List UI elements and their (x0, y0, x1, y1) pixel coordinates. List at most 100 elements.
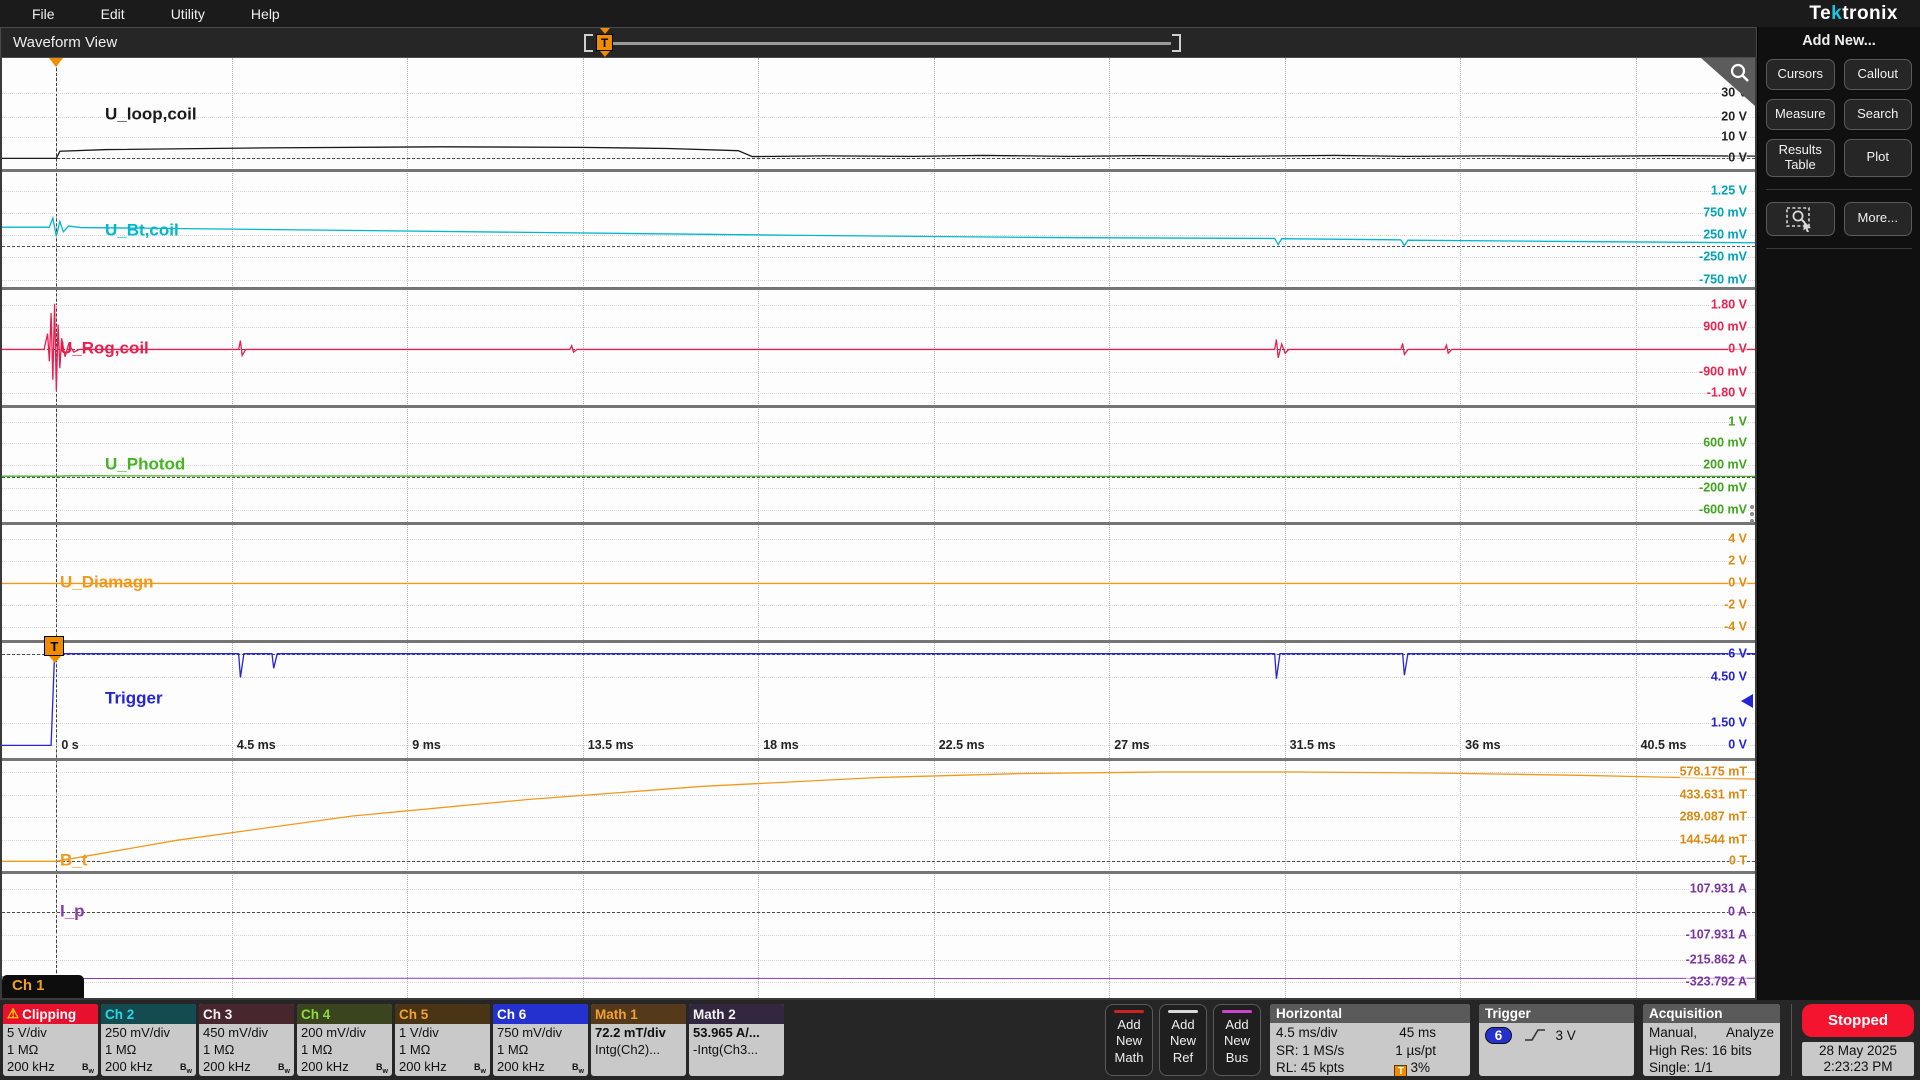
axis-label-m1: 578.175 mT (1680, 764, 1747, 778)
waveform-plot-area[interactable]: 30 V20 V10 V0 VC 120 VU_loop,coil1.25 V7… (0, 57, 1757, 1000)
trace-c2 (2, 172, 1755, 287)
settings-badge-row: 200 kHzBw (399, 1058, 486, 1075)
axis-label-c3: 900 mV (1703, 319, 1747, 333)
zoom-corner-flag[interactable] (1701, 58, 1755, 106)
settings-badge-row: Intg(Ch2)... (595, 1041, 682, 1058)
channel-band-m1: 578.175 mT433.631 mT289.087 mT144.544 mT… (2, 761, 1755, 874)
settings-badge-ch2[interactable]: Ch 2250 mV/div1 MΩ200 kHzBw (101, 1004, 196, 1076)
axis-label-c2: -250 mV (1699, 249, 1747, 263)
horizontal-record-length: RL: 45 kpts (1276, 1059, 1344, 1076)
add-new-ref-button[interactable]: AddNewRef (1159, 1004, 1207, 1076)
settings-badge-row: 1 MΩ (7, 1041, 94, 1058)
trigger-position-arrow-icon[interactable] (49, 58, 63, 67)
axis-label-c2: 1.25 V (1711, 184, 1747, 198)
channel-band-c4: 1 V600 mV200 mV-200 mV-600 mVC 4200 mVU_… (2, 408, 1755, 525)
sidebar-button-results-table[interactable]: Results Table (1766, 139, 1835, 177)
settings-badge-header-math2: Math 2 (689, 1004, 784, 1024)
menu-file[interactable]: File (18, 2, 69, 26)
menu-edit[interactable]: Edit (87, 2, 139, 26)
accent-line (1168, 1010, 1198, 1013)
settings-badge-body: 750 mV/div1 MΩ200 kHzBw (493, 1024, 588, 1075)
sidebar-button-cursors[interactable]: Cursors (1766, 59, 1835, 90)
trigger-panel[interactable]: Trigger 6 3 V (1479, 1004, 1634, 1076)
channel-tab-ch1[interactable]: Ch 1 (2, 975, 84, 998)
overview-right-bracket (1172, 34, 1181, 52)
channel-band-c6: 6 V4.50 V1.50 V0 VC 63 VTrigger0 s4.5 ms… (2, 643, 1755, 761)
time-axis-label: 40.5 ms (1641, 738, 1687, 752)
axis-label-m2: 107.931 A (1690, 881, 1747, 895)
more-button[interactable]: More... (1844, 202, 1913, 236)
settings-badge-body: 53.965 A/...-Intg(Ch3... (689, 1024, 784, 1058)
settings-badge-math1[interactable]: Math 172.2 mT/divIntg(Ch2)... (591, 1004, 686, 1076)
sidebar-header: Add New... (1766, 33, 1912, 49)
settings-badge-ch3[interactable]: Ch 3450 mV/div1 MΩ200 kHzBw (199, 1004, 294, 1076)
trigger-level-value: 3 V (1556, 1028, 1576, 1043)
trace-c4 (2, 408, 1755, 522)
sidebar-button-plot[interactable]: Plot (1844, 139, 1913, 177)
acquisition-overview-bar[interactable]: T (584, 32, 1181, 54)
time-axis-label: 13.5 ms (588, 738, 634, 752)
horizontal-resolution: 1 µs/pt (1395, 1042, 1436, 1060)
trigger-level-arrow-icon[interactable] (1741, 694, 1753, 708)
channel-label-c3[interactable]: U_Rog,coil (60, 339, 149, 359)
axis-label-c4: -200 mV (1699, 480, 1747, 494)
settings-badge-row: 200 mV/div (301, 1024, 388, 1041)
settings-badge-row: 1 MΩ (301, 1041, 388, 1058)
horizontal-panel-title: Horizontal (1270, 1004, 1470, 1023)
horizontal-panel[interactable]: Horizontal 4.5 ms/div45 ms SR: 1 MS/s1 µ… (1270, 1004, 1470, 1076)
acquisition-panel[interactable]: Acquisition Manual,Analyze High Res: 16 … (1643, 1004, 1780, 1076)
settings-badge-ch5[interactable]: Ch 51 V/div1 MΩ200 kHzBw (395, 1004, 490, 1076)
axis-label-c5: -2 V (1724, 597, 1747, 611)
channel-label-c4[interactable]: U_Photod (105, 455, 185, 475)
time-axis-label: 9 ms (412, 738, 441, 752)
menu-help[interactable]: Help (237, 2, 294, 26)
axis-label-c6: 6 V (1728, 646, 1747, 660)
time-axis-label: 22.5 ms (939, 738, 985, 752)
channel-label-c2[interactable]: U_Bt,coil (105, 220, 179, 240)
overview-record-line (598, 42, 1171, 45)
channel-label-m2[interactable]: I_p (60, 902, 85, 922)
channel-label-c5[interactable]: U_Diamagn (60, 573, 154, 593)
settings-badge-header-ch4: Ch 4 (297, 1004, 392, 1024)
trigger-mini-icon: T (1394, 1065, 1407, 1076)
time-axis-label: 31.5 ms (1290, 738, 1336, 752)
settings-badge-ch4[interactable]: Ch 4200 mV/div1 MΩ200 kHzBw (297, 1004, 392, 1076)
sidebar-button-measure[interactable]: Measure (1766, 99, 1835, 130)
axis-label-m2: -323.792 A (1686, 974, 1747, 988)
bandwidth-icon: Bw (474, 1059, 486, 1076)
bandwidth-icon: Bw (180, 1059, 192, 1076)
sidebar-button-search[interactable]: Search (1844, 99, 1913, 130)
zoom-select-button[interactable] (1766, 202, 1835, 236)
settings-badge-body: 450 mV/div1 MΩ200 kHzBw (199, 1024, 294, 1075)
add-new-math-button[interactable]: AddNewMath (1105, 1004, 1153, 1076)
trace-m2 (2, 874, 1755, 987)
channel-label-c6[interactable]: Trigger (105, 689, 163, 709)
settings-badge-math2[interactable]: Math 253.965 A/...-Intg(Ch3... (689, 1004, 784, 1076)
rising-edge-icon (1524, 1027, 1546, 1043)
trigger-panel-title: Trigger (1479, 1004, 1634, 1023)
time-axis-label: 36 ms (1465, 738, 1500, 752)
settings-badge-row: 72.2 mT/div (595, 1024, 682, 1041)
sidebar-button-callout[interactable]: Callout (1844, 59, 1913, 90)
trigger-position-icon[interactable]: T (596, 34, 613, 51)
settings-badge-row: 1 MΩ (203, 1041, 290, 1058)
axis-label-c2: 250 mV (1703, 228, 1747, 242)
channel-band-c5: 4 V2 V0 V-2 V-4 VC 5U_Diamagn (2, 525, 1755, 643)
horizontal-window: 45 ms (1399, 1024, 1436, 1042)
axis-label-m2: -107.931 A (1686, 927, 1747, 941)
axis-label-c5: -4 V (1724, 620, 1747, 634)
settings-badge-row: 1 V/div (399, 1024, 486, 1041)
menu-utility[interactable]: Utility (157, 2, 219, 26)
settings-badge-ch1[interactable]: ⚠Clipping5 V/div1 MΩ200 kHzBw (3, 1004, 98, 1076)
trigger-source-flag-icon[interactable]: T (44, 636, 64, 656)
panel-grab-handle[interactable] (1750, 502, 1756, 526)
channel-label-m1[interactable]: B_t (60, 851, 87, 871)
run-stop-button[interactable]: Stopped (1802, 1004, 1914, 1037)
add-new-bus-button[interactable]: AddNewBus (1213, 1004, 1261, 1076)
settings-badge-ch6[interactable]: Ch 6750 mV/div1 MΩ200 kHzBw (493, 1004, 588, 1076)
settings-badge-row: 200 kHzBw (203, 1058, 290, 1075)
channel-label-c1[interactable]: U_loop,coil (105, 104, 197, 124)
bandwidth-icon: Bw (572, 1059, 584, 1076)
settings-badge-body: 5 V/div1 MΩ200 kHzBw (3, 1024, 98, 1075)
time-axis-label: 18 ms (763, 738, 798, 752)
